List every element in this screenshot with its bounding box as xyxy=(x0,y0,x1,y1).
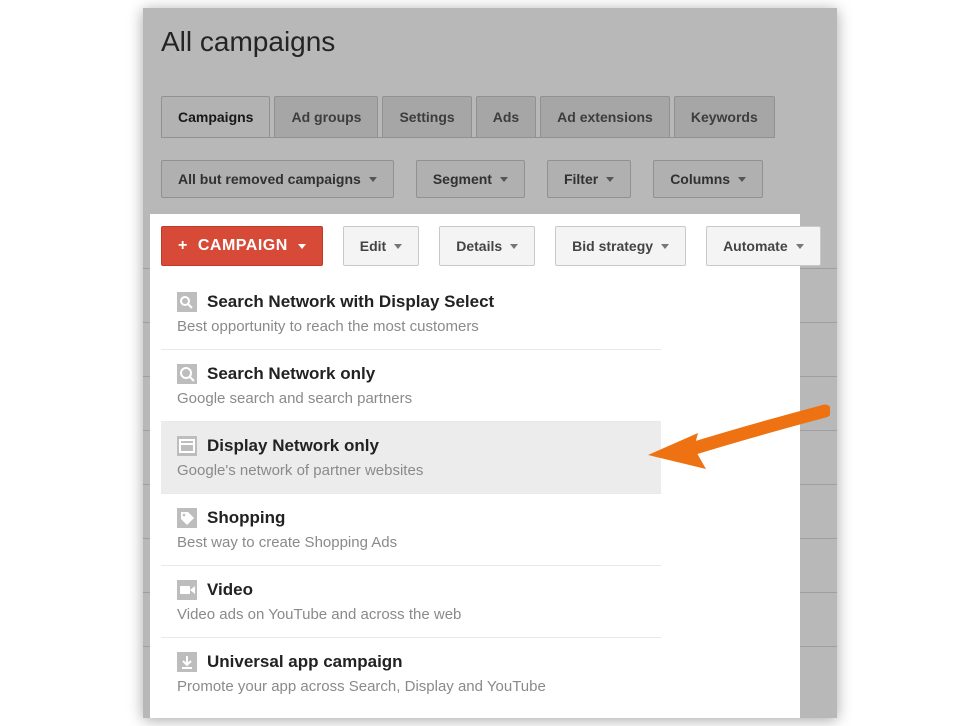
edit-label: Edit xyxy=(360,238,386,254)
dropdown-item-shopping[interactable]: Shopping Best way to create Shopping Ads xyxy=(161,493,661,565)
tag-icon xyxy=(177,508,197,528)
caret-down-icon xyxy=(606,177,614,182)
filter-dropdown[interactable]: Filter xyxy=(547,160,631,198)
filter-toolbar: All but removed campaigns Segment Filter… xyxy=(161,160,763,198)
dropdown-item-title: Search Network with Display Select xyxy=(207,292,494,312)
automate-label: Automate xyxy=(723,238,788,254)
bid-strategy-dropdown[interactable]: Bid strategy xyxy=(555,226,686,266)
dropdown-item-search-only[interactable]: Search Network only Google search and se… xyxy=(161,349,661,421)
dropdown-item-subtitle: Best opportunity to reach the most custo… xyxy=(177,318,645,335)
dropdown-item-subtitle: Promote your app across Search, Display … xyxy=(177,678,645,695)
dropdown-item-title: Display Network only xyxy=(207,436,379,456)
columns-label: Columns xyxy=(670,171,730,187)
scope-dropdown[interactable]: All but removed campaigns xyxy=(161,160,394,198)
dropdown-item-title: Video xyxy=(207,580,253,600)
bid-label: Bid strategy xyxy=(572,238,653,254)
page-title: All campaigns xyxy=(161,26,335,58)
details-label: Details xyxy=(456,238,502,254)
dropdown-item-subtitle: Video ads on YouTube and across the web xyxy=(177,606,645,623)
dropdown-item-search-display[interactable]: Search Network with Display Select Best … xyxy=(161,272,661,349)
tab-ad-groups[interactable]: Ad groups xyxy=(274,96,378,137)
campaign-type-dropdown: Search Network with Display Select Best … xyxy=(161,272,661,709)
filter-label: Filter xyxy=(564,171,598,187)
tab-ads[interactable]: Ads xyxy=(476,96,536,137)
tab-ad-extensions[interactable]: Ad extensions xyxy=(540,96,670,137)
caret-down-icon xyxy=(500,177,508,182)
tab-bar: Campaigns Ad groups Settings Ads Ad exte… xyxy=(161,96,775,138)
app-window: All campaigns Campaigns Ad groups Settin… xyxy=(143,8,837,718)
automate-dropdown[interactable]: Automate xyxy=(706,226,821,266)
dropdown-item-universal-app[interactable]: Universal app campaign Promote your app … xyxy=(161,637,661,709)
action-toolbar: + CAMPAIGN Edit Details Bid strategy Aut… xyxy=(161,226,821,266)
search-display-icon xyxy=(177,292,197,312)
caret-down-icon xyxy=(298,244,306,249)
segment-dropdown[interactable]: Segment xyxy=(416,160,525,198)
new-campaign-button[interactable]: + CAMPAIGN xyxy=(161,226,323,266)
caret-down-icon xyxy=(369,177,377,182)
dropdown-item-title: Search Network only xyxy=(207,364,375,384)
columns-dropdown[interactable]: Columns xyxy=(653,160,763,198)
search-icon xyxy=(177,364,197,384)
video-icon xyxy=(177,580,197,600)
scope-label: All but removed campaigns xyxy=(178,171,361,187)
dropdown-item-subtitle: Google search and search partners xyxy=(177,390,645,407)
dropdown-item-subtitle: Best way to create Shopping Ads xyxy=(177,534,645,551)
caret-down-icon xyxy=(661,244,669,249)
display-icon xyxy=(177,436,197,456)
tab-settings[interactable]: Settings xyxy=(382,96,471,137)
caret-down-icon xyxy=(796,244,804,249)
download-icon xyxy=(177,652,197,672)
edit-dropdown[interactable]: Edit xyxy=(343,226,419,266)
dropdown-item-title: Shopping xyxy=(207,508,285,528)
new-campaign-label: CAMPAIGN xyxy=(198,237,288,255)
caret-down-icon xyxy=(510,244,518,249)
caret-down-icon xyxy=(738,177,746,182)
dropdown-item-subtitle: Google's network of partner websites xyxy=(177,462,645,479)
tab-campaigns[interactable]: Campaigns xyxy=(161,96,270,137)
details-dropdown[interactable]: Details xyxy=(439,226,535,266)
dropdown-item-display-only[interactable]: Display Network only Google's network of… xyxy=(161,421,661,493)
caret-down-icon xyxy=(394,244,402,249)
tab-keywords[interactable]: Keywords xyxy=(674,96,775,137)
dropdown-item-title: Universal app campaign xyxy=(207,652,403,672)
dropdown-item-video[interactable]: Video Video ads on YouTube and across th… xyxy=(161,565,661,637)
segment-label: Segment xyxy=(433,171,492,187)
